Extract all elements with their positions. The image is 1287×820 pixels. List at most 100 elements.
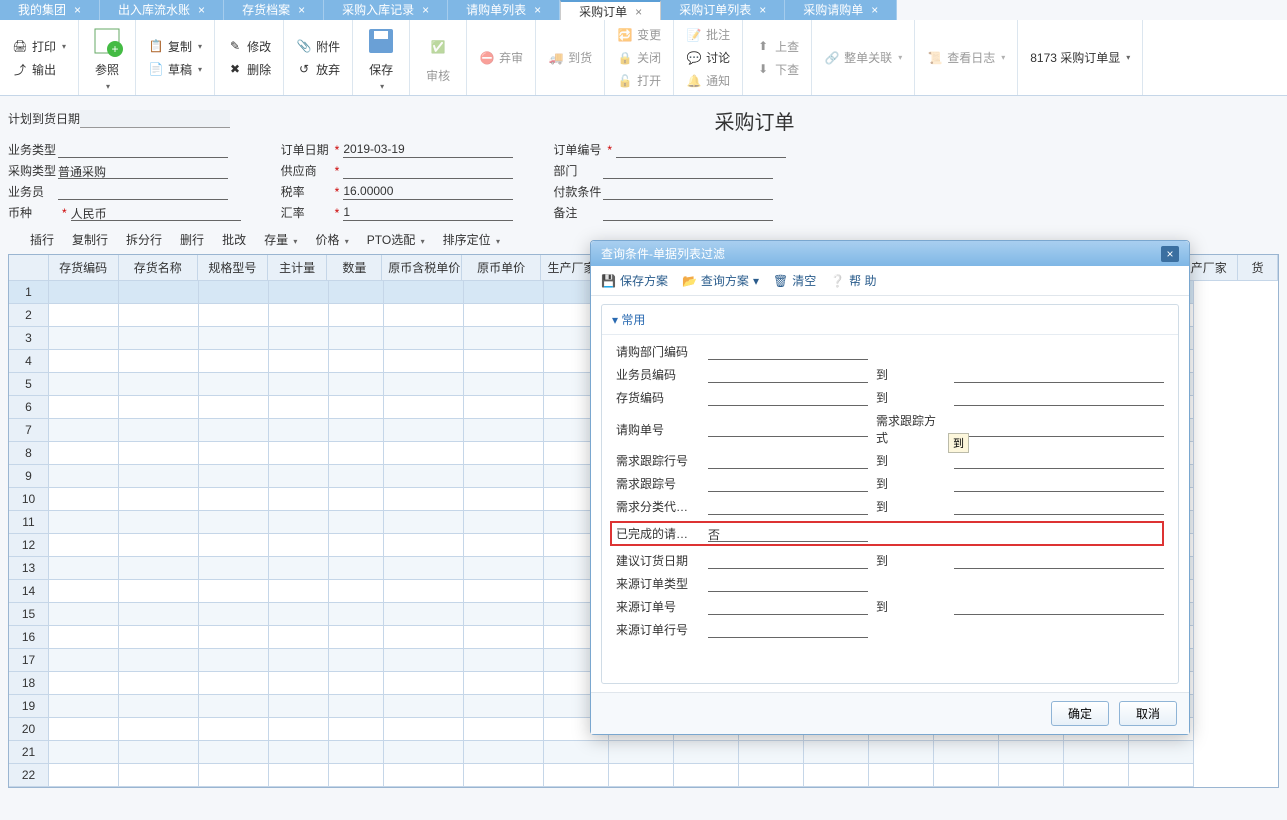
- exchange-input[interactable]: 1: [343, 205, 513, 221]
- condition-to-input[interactable]: [954, 421, 1164, 437]
- condition-from-input[interactable]: [708, 421, 868, 437]
- pay-term-input[interactable]: [603, 184, 773, 200]
- edit-button[interactable]: ✎修改: [223, 36, 275, 57]
- copy-button[interactable]: 📋复制▾: [144, 36, 206, 57]
- stamp-icon: ✅: [422, 31, 454, 63]
- up-button[interactable]: ⬆上查: [751, 36, 803, 57]
- trash-icon: ✖: [227, 61, 243, 77]
- action-复制行[interactable]: 复制行: [72, 231, 108, 248]
- action-价格[interactable]: 价格 ▾: [315, 231, 348, 248]
- tab-存货档案[interactable]: 存货档案×: [224, 0, 324, 20]
- col-header[interactable]: 数量: [327, 255, 382, 281]
- change-button[interactable]: 🔁变更: [613, 24, 665, 45]
- review-button[interactable]: ✅审核: [418, 29, 458, 86]
- condition-from-input[interactable]: 否: [708, 526, 868, 542]
- condition-to-input[interactable]: [954, 390, 1164, 406]
- condition-from-input[interactable]: [708, 476, 868, 492]
- condition-to-input[interactable]: [954, 553, 1164, 569]
- discuss-button[interactable]: 💬讨论: [682, 47, 734, 68]
- condition-from-input[interactable]: [708, 499, 868, 515]
- arrive-button[interactable]: 🚚到货: [544, 47, 596, 68]
- tab-采购订单列表[interactable]: 采购订单列表×: [661, 0, 785, 20]
- notify-button[interactable]: 🔔通知: [682, 70, 734, 91]
- paperclip-icon: 📎: [296, 38, 312, 54]
- delete-button[interactable]: ✖删除: [223, 59, 275, 80]
- action-排序定位[interactable]: 排序定位 ▾: [443, 231, 500, 248]
- abandon-button[interactable]: ⛔弃审: [475, 47, 527, 68]
- col-header[interactable]: 原币单价: [462, 255, 542, 281]
- open-button[interactable]: 🔓打开: [613, 70, 665, 91]
- col-header[interactable]: 货: [1238, 255, 1278, 281]
- col-header[interactable]: 存货编码: [49, 255, 119, 281]
- condition-to-input[interactable]: [954, 499, 1164, 515]
- condition-to-input[interactable]: [954, 599, 1164, 615]
- table-row[interactable]: 22: [9, 764, 1278, 787]
- order-date-input[interactable]: 2019-03-19: [343, 142, 513, 158]
- col-header[interactable]: 规格型号: [198, 255, 268, 281]
- condition-from-input[interactable]: [708, 576, 868, 592]
- attach-button[interactable]: 📎附件: [292, 36, 344, 57]
- table-row[interactable]: 21: [9, 741, 1278, 764]
- close-button[interactable]: 🔒关闭: [613, 47, 665, 68]
- remark-input[interactable]: [603, 205, 773, 221]
- bulk-button[interactable]: 📝批注: [682, 24, 734, 45]
- print-button[interactable]: 🖨打印▾: [8, 36, 70, 57]
- query-scheme-button[interactable]: 📂查询方案▾: [682, 272, 759, 289]
- cancel-button[interactable]: 取消: [1119, 701, 1177, 726]
- query-dialog: 查询条件-单据列表过滤 × 💾保存方案 📂查询方案▾ 🗑清空 ❔帮 助 ▾ 常用…: [590, 240, 1190, 735]
- truck-icon: 🚚: [548, 50, 564, 66]
- supplier-input[interactable]: [343, 163, 513, 179]
- biz-type-input[interactable]: [58, 142, 228, 158]
- tab-采购订单[interactable]: 采购订单×: [560, 0, 661, 20]
- purchase-type-input[interactable]: 普通采购: [58, 163, 228, 179]
- action-插行[interactable]: 插行: [30, 231, 54, 248]
- condition-row: 存货编码到: [616, 389, 1164, 406]
- condition-from-input[interactable]: [708, 453, 868, 469]
- tab-采购入库记录[interactable]: 采购入库记录×: [324, 0, 448, 20]
- section-common[interactable]: ▾ 常用: [602, 305, 1178, 335]
- log-button[interactable]: 📜查看日志▾: [923, 47, 1009, 68]
- save-scheme-button[interactable]: 💾保存方案: [601, 272, 668, 289]
- discard-button[interactable]: ↺放弃: [292, 59, 344, 80]
- reference-button[interactable]: +参照▾: [87, 23, 127, 93]
- operator-input[interactable]: [58, 184, 228, 200]
- tab-我的集团[interactable]: 我的集团×: [0, 0, 100, 20]
- tab-请购单列表[interactable]: 请购单列表×: [448, 0, 560, 20]
- col-header[interactable]: [9, 255, 49, 281]
- action-批改[interactable]: 批改: [222, 231, 246, 248]
- help-button[interactable]: ❔帮 助: [830, 272, 876, 289]
- ok-button[interactable]: 确定: [1051, 701, 1109, 726]
- clear-button[interactable]: 🗑清空: [773, 272, 816, 289]
- col-header[interactable]: 存货名称: [119, 255, 199, 281]
- action-删行[interactable]: 删行: [180, 231, 204, 248]
- condition-from-input[interactable]: [708, 553, 868, 569]
- col-header[interactable]: 主计量: [268, 255, 328, 281]
- tax-rate-input[interactable]: 16.00000: [343, 184, 513, 200]
- condition-from-input[interactable]: [708, 367, 868, 383]
- draft-button[interactable]: 📄草稿▾: [144, 59, 206, 80]
- save-button[interactable]: 保存▾: [361, 23, 401, 93]
- action-拆分行[interactable]: 拆分行: [126, 231, 162, 248]
- action-存量[interactable]: 存量 ▾: [264, 231, 297, 248]
- condition-from-input[interactable]: [708, 599, 868, 615]
- condition-to-input[interactable]: [954, 453, 1164, 469]
- tab-出入库流水账[interactable]: 出入库流水账×: [100, 0, 224, 20]
- output-button[interactable]: ⤴输出: [8, 59, 70, 80]
- condition-from-input[interactable]: [708, 390, 868, 406]
- condition-to-input[interactable]: [954, 476, 1164, 492]
- help-icon: ❔: [830, 274, 845, 288]
- condition-to-input[interactable]: [954, 367, 1164, 383]
- currency-input[interactable]: 人民币: [71, 205, 241, 221]
- condition-from-input[interactable]: [708, 622, 868, 638]
- order-no-input[interactable]: [616, 142, 786, 158]
- action-PTO选配[interactable]: PTO选配 ▾: [367, 231, 425, 248]
- tab-采购请购单[interactable]: 采购请购单×: [785, 0, 897, 20]
- view-option[interactable]: 8173 采购订单显▾: [1026, 47, 1134, 68]
- condition-from-input[interactable]: [708, 344, 868, 360]
- link-button[interactable]: 🔗整单关联▾: [820, 47, 906, 68]
- down-button[interactable]: ⬇下查: [751, 59, 803, 80]
- dept-input[interactable]: [603, 163, 773, 179]
- dialog-close-button[interactable]: ×: [1161, 246, 1179, 262]
- plan-arrive-date-input[interactable]: [80, 110, 230, 128]
- col-header[interactable]: 原币含税单价: [382, 255, 462, 281]
